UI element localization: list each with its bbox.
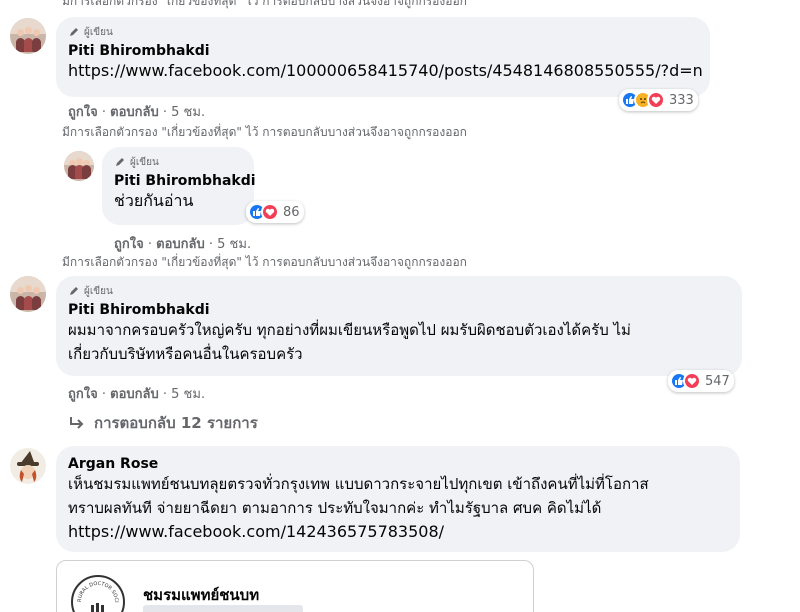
filter-notice: มีการเลือกตัวกรอง "เกี่ยวข้องที่สุด" ไว้… (62, 255, 467, 269)
comment-time[interactable]: 5 ชม. (171, 105, 205, 120)
reaction-summary[interactable]: 86 (246, 201, 304, 223)
reply-arrow-icon (70, 417, 84, 429)
link-card-subtitle (143, 605, 303, 612)
comment-actions: ถูกใจ · ตอบกลับ · 5 ชม. (68, 101, 205, 122)
avatar[interactable] (64, 151, 94, 181)
link-card-title: ชมรมแพทย์ชนบท (143, 586, 260, 604)
svg-text:RURAL DOCTOR SOCIETY: RURAL DOCTOR SOCIETY (73, 577, 119, 603)
avatar[interactable] (10, 448, 46, 484)
comment-author[interactable]: Piti Bhirombhakdi (68, 302, 730, 318)
like-action[interactable]: ถูกใจ (68, 387, 98, 402)
separator: · (208, 237, 214, 252)
separator: · (162, 105, 168, 120)
comment-actions: ถูกใจ · ตอบกลับ · 5 ชม. (68, 383, 205, 404)
author-badge: ผู้เขียน (114, 155, 242, 169)
comment-bubble: ผู้เขียน Piti Bhirombhakdi ผมมาจากครอบคร… (56, 276, 742, 376)
separator: · (101, 387, 106, 402)
comment-bubble: ผู้เขียน Piti Bhirombhakdi https://www.f… (56, 17, 710, 97)
author-badge: ผู้เขียน (68, 25, 698, 39)
reaction-summary[interactable]: 333 (619, 89, 698, 111)
comment-bubble: ผู้เขียน Piti Bhirombhakdi ช่วยกันอ่าน (102, 147, 256, 225)
comment-time[interactable]: 5 ชม. (171, 387, 205, 402)
like-action[interactable]: ถูกใจ (68, 105, 98, 120)
separator: · (147, 237, 152, 252)
avatar[interactable] (10, 276, 46, 312)
comment-text: ช่วยกันอ่าน (114, 191, 194, 210)
comments-panel: มีการเลือกตัวกรอง "เกี่ยวข้องที่สุด" ไว้… (0, 0, 800, 612)
comment-link[interactable]: https://www.facebook.com/100000658415740… (68, 59, 703, 83)
link-preview-card[interactable]: RURAL DOCTOR SOCIETY ชมรมแพทย์ชนบท (56, 560, 534, 612)
filter-notice: มีการเลือกตัวกรอง "เกี่ยวข้องที่สุด" ไว้… (62, 0, 467, 8)
author-badge: ผู้เขียน (68, 284, 730, 298)
love-icon (647, 91, 665, 109)
reply-action[interactable]: ตอบกลับ (110, 105, 159, 120)
comment-actions: ถูกใจ · ตอบกลับ · 5 ชม. (114, 233, 251, 254)
reaction-count: 86 (283, 204, 300, 220)
love-icon (261, 203, 279, 221)
pencil-icon (70, 28, 78, 36)
like-action[interactable]: ถูกใจ (114, 237, 144, 252)
author-badge-label: ผู้เขียน (84, 26, 113, 38)
pencil-icon (70, 287, 78, 295)
view-replies-button[interactable]: การตอบกลับ 12 รายการ (68, 411, 258, 435)
filter-notice: มีการเลือกตัวกรอง "เกี่ยวข้องที่สุด" ไว้… (62, 125, 467, 139)
witch-avatar-icon (17, 451, 39, 482)
rural-doctor-society-logo: RURAL DOCTOR SOCIETY (70, 573, 125, 612)
author-badge-label: ผู้เขียน (130, 156, 159, 168)
reply-action[interactable]: ตอบกลับ (110, 387, 159, 402)
pencil-icon (116, 158, 124, 166)
comment-bubble: Argan Rose เห็นชมรมแพทย์ชนบทลุยตรวจทั่วก… (56, 446, 740, 552)
separator: · (101, 105, 106, 120)
reaction-count: 547 (705, 373, 730, 389)
view-replies-label: การตอบกลับ 12 รายการ (94, 414, 258, 432)
comment-author[interactable]: Piti Bhirombhakdi (114, 173, 256, 189)
reaction-count: 333 (669, 92, 694, 108)
comment-time[interactable]: 5 ชม. (217, 237, 251, 252)
comment-text: ผมมาจากครอบครัวใหญ่ครับ ทุกอย่างที่ผมเขี… (68, 321, 631, 339)
comment-text: ทราบผลทันที จ่ายยาฉีดยา ตามอาการ ประทับใ… (68, 499, 602, 517)
comment-author[interactable]: Argan Rose (68, 456, 728, 472)
comment-text: เกี่ยวกับบริษัทหรือคนอื่นในครอบครัว (68, 345, 303, 363)
author-badge-label: ผู้เขียน (84, 285, 113, 297)
reaction-summary[interactable]: 547 (668, 370, 734, 392)
comment-text: เห็นชมรมแพทย์ชนบทลุยตรวจทั่วกรุงเทพ แบบด… (68, 475, 649, 493)
love-icon (683, 372, 701, 390)
comment-author[interactable]: Piti Bhirombhakdi (68, 43, 698, 59)
reply-action[interactable]: ตอบกลับ (156, 237, 205, 252)
comment-link[interactable]: https://www.facebook.com/142436575783508… (68, 520, 728, 544)
separator: · (162, 387, 168, 402)
avatar[interactable] (10, 18, 46, 54)
